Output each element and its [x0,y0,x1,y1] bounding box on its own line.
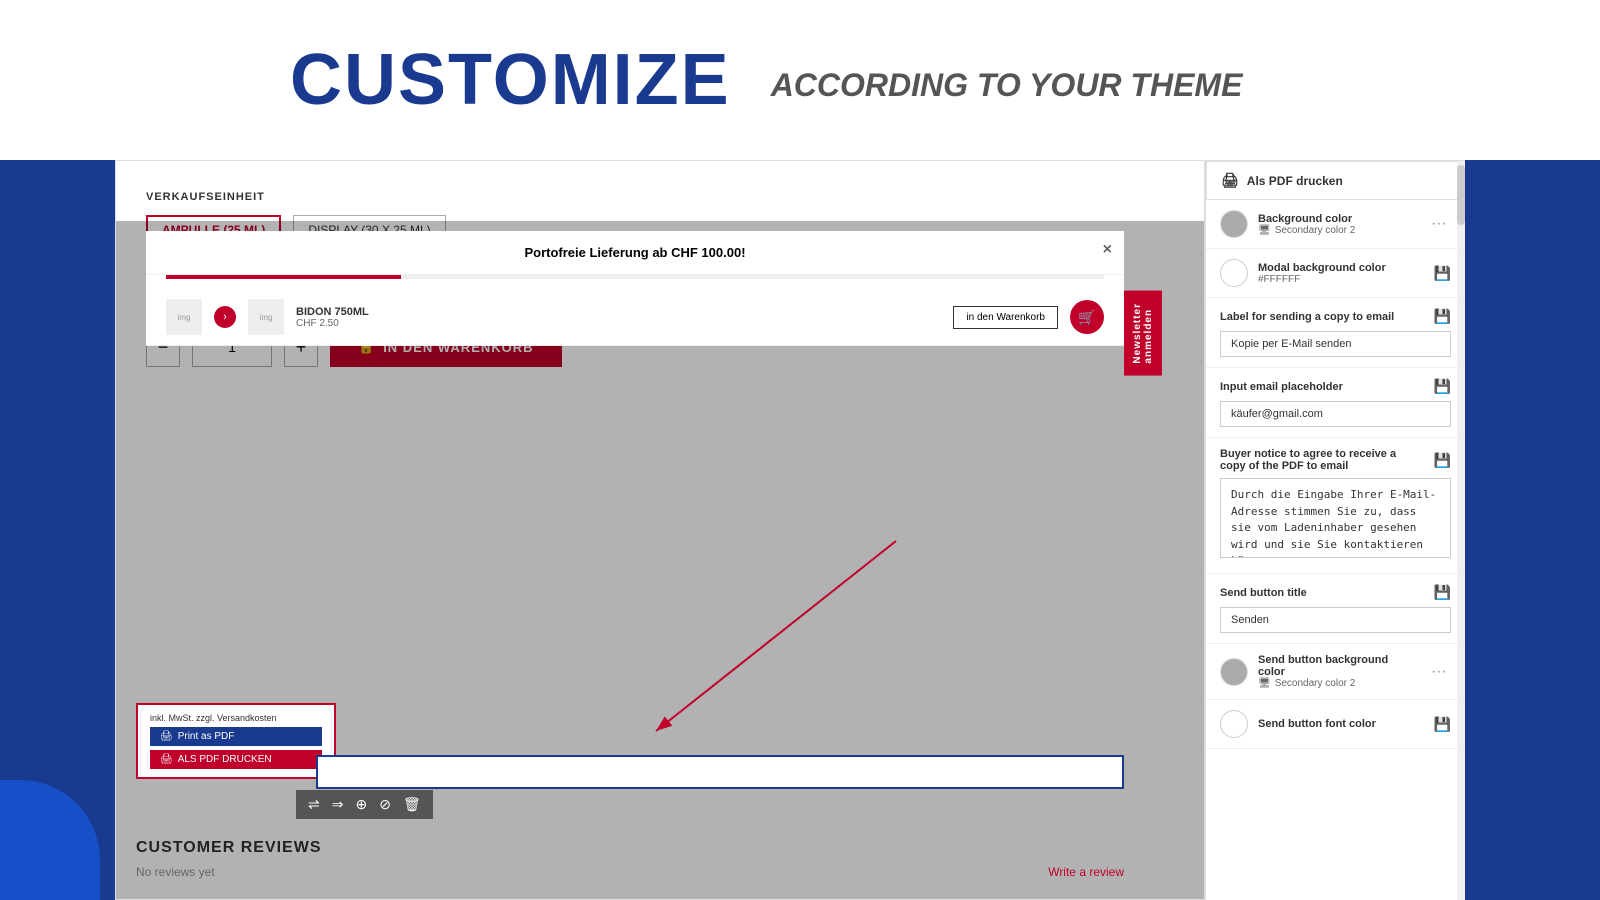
als-pdf-drucken-btn[interactable]: 🖨 Als PDF drucken [1206,161,1465,200]
send-btn-bg-item: Send button background color 🖥 Secondary… [1206,644,1465,700]
background-color-dots[interactable]: ··· [1427,213,1451,235]
page-subtitle: ACCORDING TO YOUR THEME [771,67,1243,104]
modal-item: img › img BIDON 750ML CHF 2.50 in den Wa… [146,289,1124,346]
monitor-icon: 🖥 [1258,225,1271,236]
monitor-icon-2: 🖥 [1258,678,1271,689]
email-placeholder-save-icon[interactable]: 💾 [1434,378,1451,395]
modal-box: Portofreie Lieferung ab CHF 100.00! × im… [146,231,1124,346]
buyer-notice-textarea[interactable]: Durch die Eingabe Ihrer E-Mail-Adresse s… [1220,478,1451,558]
edit-toolbar: ⇌ ⇒ ⊕ ⊘ 🗑 [296,790,433,819]
email-placeholder-label: Input email placeholder [1220,381,1424,393]
modal-progress-bar [166,275,1104,279]
send-btn-font-row: Send button font color 💾 [1220,710,1451,738]
buyer-notice-save-icon[interactable]: 💾 [1434,452,1451,469]
write-review-link[interactable]: Write a review [1048,865,1124,879]
send-btn-font-circle[interactable] [1220,710,1248,738]
background-color-circle[interactable] [1220,210,1248,238]
modal-close-btn[interactable]: × [1103,241,1112,259]
reviews-title: CUSTOMER REVIEWS [136,839,1124,857]
modal-overlay: Portofreie Lieferung ab CHF 100.00! × im… [116,221,1204,899]
modal-header: Portofreie Lieferung ab CHF 100.00! × [146,231,1124,275]
background-color-sub: 🖥 Secondary color 2 [1258,225,1417,236]
modal-progress-fill [166,275,401,279]
modal-bg-color-item: Modal background color #FFFFFF 💾 [1206,249,1465,298]
send-btn-title-input[interactable] [1220,607,1451,633]
send-btn-font-label: Send button font color [1258,718,1424,730]
reviews-section: CUSTOMER REVIEWS No reviews yet Write a … [136,839,1124,879]
background-color-row: Background color 🖥 Secondary color 2 ··· [1220,210,1451,238]
background-color-item: Background color 🖥 Secondary color 2 ··· [1206,200,1465,249]
send-btn-bg-label: Send button background color [1258,654,1417,678]
cart-circle-icon: 🛒 [1070,300,1104,334]
buyer-notice-label: Buyer notice to agree to receive a copy … [1220,448,1424,472]
modal-bg-circle[interactable] [1220,259,1248,287]
label-copy-item: Label for sending a copy to email 💾 [1206,298,1465,368]
send-btn-title-row: Send button title 💾 [1220,584,1451,601]
buyer-notice-row: Buyer notice to agree to receive a copy … [1220,448,1451,472]
send-btn-title-item: Send button title 💾 [1206,574,1465,644]
no-reviews-text: No reviews yet [136,865,215,879]
send-btn-bg-circle[interactable] [1220,658,1248,686]
pdf-box: inkl. MwSt. zzgl. Versandkosten 🖨 Print … [136,703,336,779]
chevron-right-icon: › [214,306,236,328]
pdf-label: inkl. MwSt. zzgl. Versandkosten [150,713,322,723]
print-as-pdf-btn[interactable]: 🖨 Print as PDF [150,727,322,746]
printer-icon: 🖨 [1221,172,1239,189]
als-pdf-btn[interactable]: 🖨 ALS PDF DRUCKEN [150,750,322,769]
print-icon: 🖨 [160,731,173,742]
edit-tool-2[interactable]: ⇒ [332,796,344,813]
print-label: Print as PDF [178,731,235,742]
email-placeholder-row: Input email placeholder 💾 [1220,378,1451,395]
edit-tool-4[interactable]: ⊘ [379,796,391,813]
pdf-section: inkl. MwSt. zzgl. Versandkosten 🖨 Print … [136,703,336,779]
send-btn-bg-row: Send button background color 🖥 Secondary… [1220,654,1451,689]
verkauf-label: VERKAUFSEINHEIT [146,191,1174,203]
label-copy-save-icon[interactable]: 💾 [1434,308,1451,325]
page-title: CUSTOMIZE [290,39,731,121]
modal-item-info: BIDON 750ML CHF 2.50 [296,306,941,329]
send-btn-title-save-icon[interactable]: 💾 [1434,584,1451,601]
send-btn-bg-sub: 🖥 Secondary color 2 [1258,678,1417,689]
als-pdf-drucken-label: Als PDF drucken [1247,174,1343,188]
product-panel: VERKAUFSEINHEIT AMPULLE (25 ML) DISPLAY … [115,160,1205,900]
modal-bg-value: #FFFFFF [1258,274,1424,285]
edit-tool-delete[interactable]: 🗑 [403,796,421,813]
header: CUSTOMIZE ACCORDING TO YOUR THEME [0,0,1600,160]
modal-item-image: img [166,299,202,335]
modal-bg-label: Modal background color [1258,262,1424,274]
modal-item-price: CHF 2.50 [296,318,941,329]
modal-cart-btn[interactable]: in den Warenkorb [953,306,1058,329]
delivery-text: Portofreie Lieferung ab CHF 100.00! [524,245,745,260]
blue-border-input[interactable] [316,755,1124,789]
pdf-icon: 🖨 [160,754,173,765]
email-placeholder-input[interactable] [1220,401,1451,427]
edit-tool-1[interactable]: ⇌ [308,796,320,813]
label-copy-row: Label for sending a copy to email 💾 [1220,308,1451,325]
edit-tool-3[interactable]: ⊕ [355,796,367,813]
modal-bg-save-icon[interactable]: 💾 [1434,265,1451,282]
modal-item-name: BIDON 750ML [296,306,941,318]
send-btn-bg-dots[interactable]: ··· [1427,661,1451,683]
newsletter-sidebar[interactable]: Newsletter anmelden [1124,291,1162,376]
settings-panel: 🖨 Als PDF drucken Background color 🖥 Sec… [1205,160,1465,900]
als-pdf-label: ALS PDF DRUCKEN [178,754,272,765]
send-btn-font-save-icon[interactable]: 💾 [1434,716,1451,733]
send-btn-font-item: Send button font color 💾 [1206,700,1465,749]
modal-bg-color-row: Modal background color #FFFFFF 💾 [1220,259,1451,287]
main-content: VERKAUFSEINHEIT AMPULLE (25 ML) DISPLAY … [115,160,1465,900]
label-copy-label: Label for sending a copy to email [1220,311,1424,323]
background-color-label: Background color [1258,213,1417,225]
modal-item-image2: img [248,299,284,335]
label-copy-input[interactable] [1220,331,1451,357]
reviews-row: No reviews yet Write a review [136,865,1124,879]
email-placeholder-item: Input email placeholder 💾 [1206,368,1465,438]
send-btn-title-label: Send button title [1220,587,1424,599]
buyer-notice-item: Buyer notice to agree to receive a copy … [1206,438,1465,574]
